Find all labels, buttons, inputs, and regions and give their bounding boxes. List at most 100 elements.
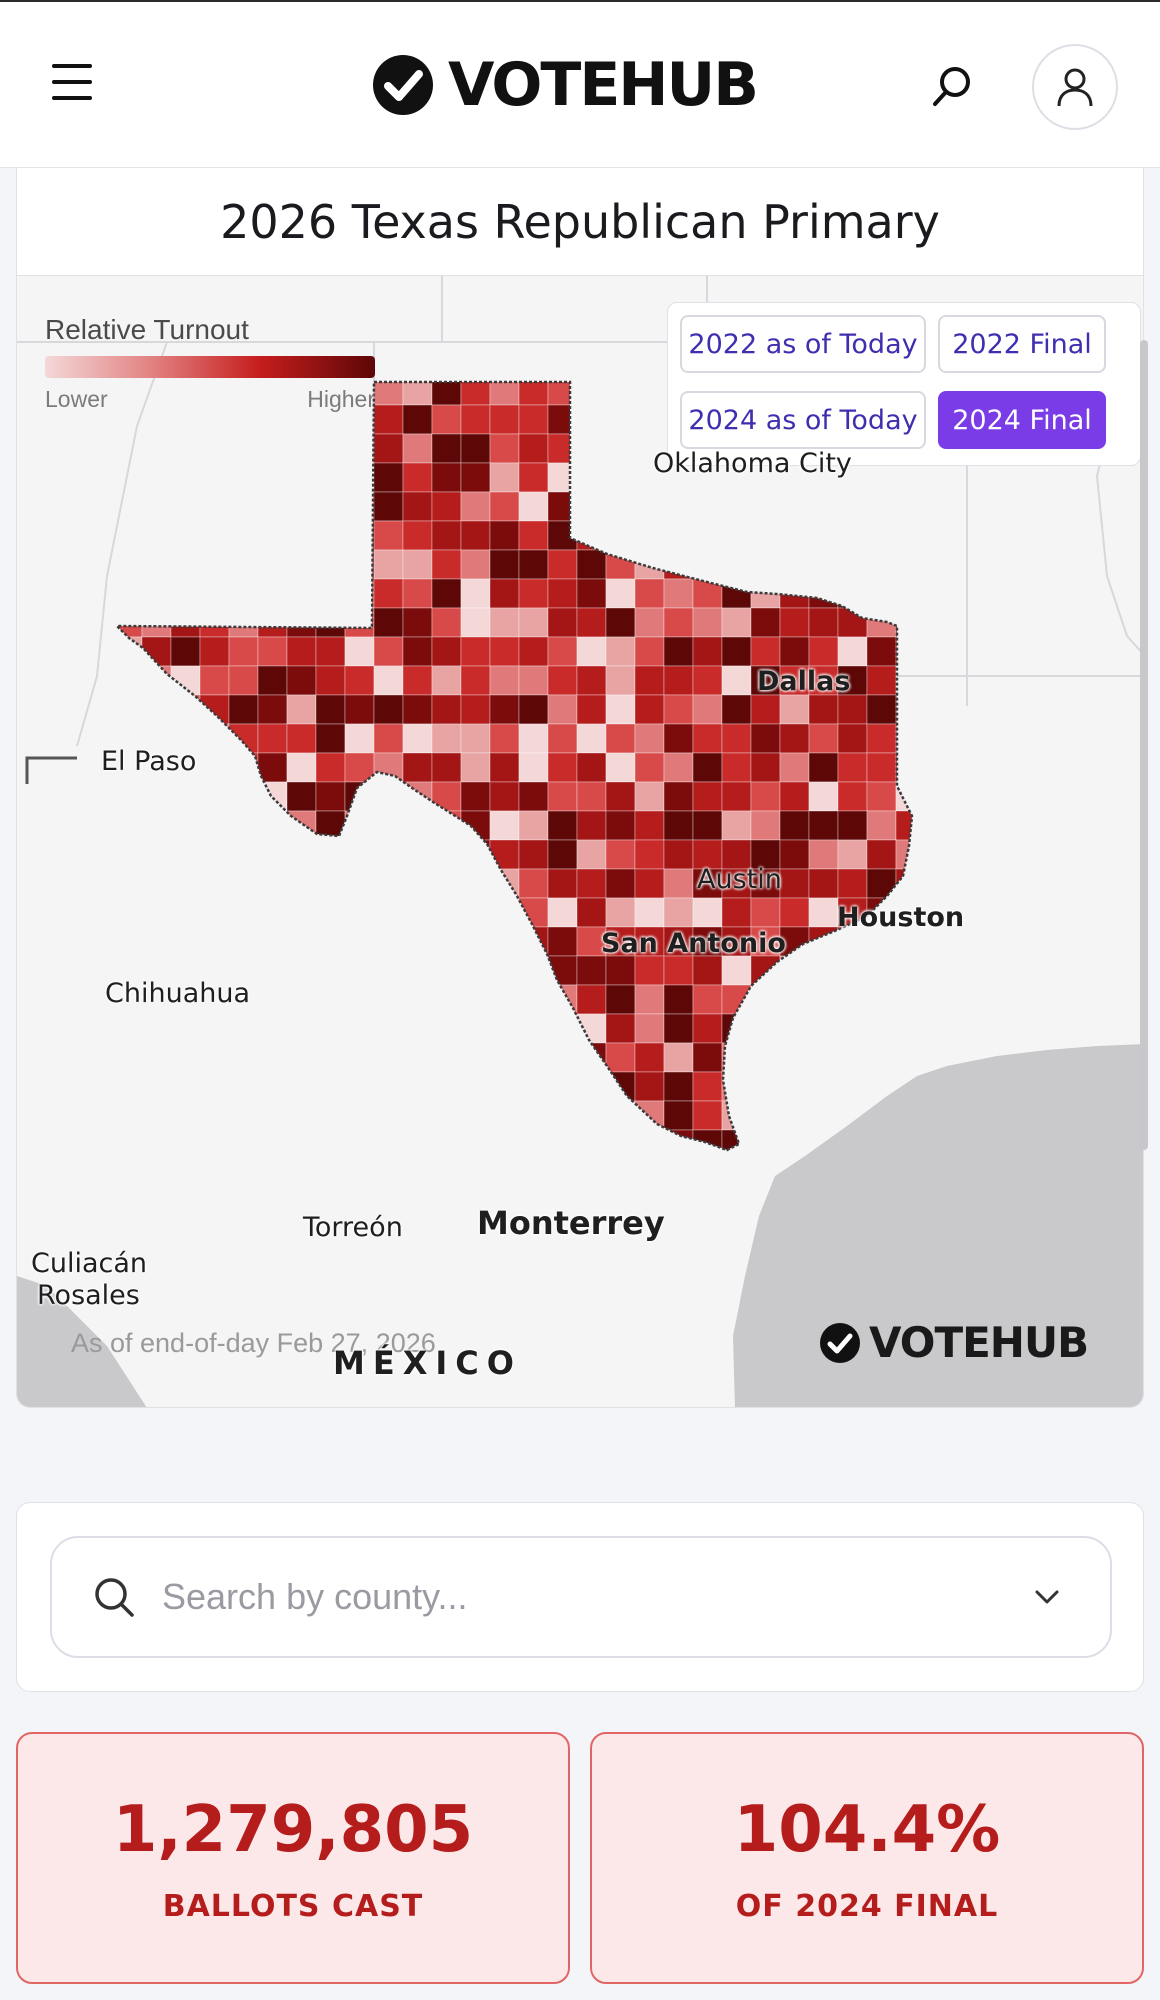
county-region[interactable] bbox=[837, 839, 868, 870]
county-region[interactable] bbox=[721, 636, 752, 667]
county-region[interactable] bbox=[808, 781, 839, 812]
county-region[interactable] bbox=[518, 578, 549, 609]
county-region[interactable] bbox=[808, 810, 839, 841]
county-region[interactable] bbox=[373, 607, 404, 638]
county-region[interactable] bbox=[402, 520, 433, 551]
county-region[interactable] bbox=[605, 694, 636, 725]
county-region[interactable] bbox=[692, 781, 723, 812]
county-region[interactable] bbox=[431, 578, 462, 609]
user-account-button[interactable] bbox=[1032, 44, 1118, 130]
county-region[interactable] bbox=[460, 491, 491, 522]
county-region[interactable] bbox=[634, 1013, 665, 1044]
county-region[interactable] bbox=[460, 781, 491, 812]
county-region[interactable] bbox=[837, 868, 868, 899]
county-region[interactable] bbox=[431, 404, 462, 435]
county-region[interactable] bbox=[547, 897, 578, 928]
county-region[interactable] bbox=[866, 781, 897, 812]
county-region[interactable] bbox=[750, 723, 781, 754]
county-region[interactable] bbox=[460, 549, 491, 580]
county-region[interactable] bbox=[576, 839, 607, 870]
county-region[interactable] bbox=[460, 636, 491, 667]
county-region[interactable] bbox=[721, 752, 752, 783]
county-region[interactable] bbox=[605, 839, 636, 870]
county-region[interactable] bbox=[286, 781, 317, 812]
county-region[interactable] bbox=[373, 636, 404, 667]
county-region[interactable] bbox=[489, 549, 520, 580]
county-region[interactable] bbox=[692, 897, 723, 928]
county-region[interactable] bbox=[373, 665, 404, 696]
county-region[interactable] bbox=[373, 520, 404, 551]
county-region[interactable] bbox=[605, 810, 636, 841]
county-region[interactable] bbox=[547, 868, 578, 899]
county-region[interactable] bbox=[402, 578, 433, 609]
county-region[interactable] bbox=[576, 810, 607, 841]
county-region[interactable] bbox=[402, 723, 433, 754]
county-region[interactable] bbox=[634, 810, 665, 841]
county-region[interactable] bbox=[721, 665, 752, 696]
county-region[interactable] bbox=[518, 462, 549, 493]
county-region[interactable] bbox=[286, 665, 317, 696]
county-region[interactable] bbox=[576, 984, 607, 1015]
county-region[interactable] bbox=[663, 868, 694, 899]
county-region[interactable] bbox=[547, 549, 578, 580]
county-region[interactable] bbox=[402, 404, 433, 435]
county-region[interactable] bbox=[750, 781, 781, 812]
county-region[interactable] bbox=[576, 752, 607, 783]
county-region[interactable] bbox=[547, 781, 578, 812]
hamburger-icon[interactable] bbox=[52, 64, 96, 104]
county-region[interactable] bbox=[576, 578, 607, 609]
county-region[interactable] bbox=[315, 781, 346, 812]
county-region[interactable] bbox=[518, 752, 549, 783]
county-region[interactable] bbox=[547, 839, 578, 870]
county-region[interactable] bbox=[431, 433, 462, 464]
toggle-2022-as-of-today[interactable]: 2022 as of Today bbox=[680, 315, 926, 373]
county-region[interactable] bbox=[779, 607, 810, 638]
county-region[interactable] bbox=[489, 404, 520, 435]
county-region[interactable] bbox=[634, 578, 665, 609]
county-region[interactable] bbox=[576, 781, 607, 812]
county-region[interactable] bbox=[576, 723, 607, 754]
county-region[interactable] bbox=[692, 984, 723, 1015]
county-region[interactable] bbox=[547, 694, 578, 725]
county-region[interactable] bbox=[373, 433, 404, 464]
county-region[interactable] bbox=[576, 868, 607, 899]
county-region[interactable] bbox=[460, 723, 491, 754]
county-region[interactable] bbox=[402, 694, 433, 725]
county-region[interactable] bbox=[460, 578, 491, 609]
toggle-2024-final[interactable]: 2024 Final bbox=[938, 391, 1106, 449]
county-region[interactable] bbox=[460, 520, 491, 551]
county-region[interactable] bbox=[663, 1042, 694, 1073]
county-region[interactable] bbox=[808, 839, 839, 870]
county-region[interactable] bbox=[663, 781, 694, 812]
county-region[interactable] bbox=[518, 694, 549, 725]
county-region[interactable] bbox=[779, 810, 810, 841]
county-region[interactable] bbox=[808, 868, 839, 899]
county-region[interactable] bbox=[431, 491, 462, 522]
county-region[interactable] bbox=[460, 607, 491, 638]
county-region[interactable] bbox=[721, 810, 752, 841]
county-region[interactable] bbox=[750, 636, 781, 667]
county-region[interactable] bbox=[866, 665, 897, 696]
county-region[interactable] bbox=[489, 723, 520, 754]
chevron-down-icon[interactable] bbox=[1032, 1582, 1062, 1612]
county-region[interactable] bbox=[576, 694, 607, 725]
county-region[interactable] bbox=[170, 636, 201, 667]
county-region[interactable] bbox=[663, 955, 694, 986]
county-region[interactable] bbox=[721, 723, 752, 754]
county-region[interactable] bbox=[257, 723, 288, 754]
county-region[interactable] bbox=[692, 1042, 723, 1073]
county-region[interactable] bbox=[547, 926, 578, 957]
county-region[interactable] bbox=[460, 404, 491, 435]
county-region[interactable] bbox=[605, 984, 636, 1015]
county-region[interactable] bbox=[837, 723, 868, 754]
county-region[interactable] bbox=[286, 636, 317, 667]
county-region[interactable] bbox=[489, 607, 520, 638]
county-region[interactable] bbox=[431, 694, 462, 725]
county-region[interactable] bbox=[634, 752, 665, 783]
county-region[interactable] bbox=[663, 723, 694, 754]
county-region[interactable] bbox=[663, 810, 694, 841]
county-region[interactable] bbox=[808, 897, 839, 928]
county-region[interactable] bbox=[634, 897, 665, 928]
county-region[interactable] bbox=[779, 781, 810, 812]
county-region[interactable] bbox=[199, 665, 230, 696]
